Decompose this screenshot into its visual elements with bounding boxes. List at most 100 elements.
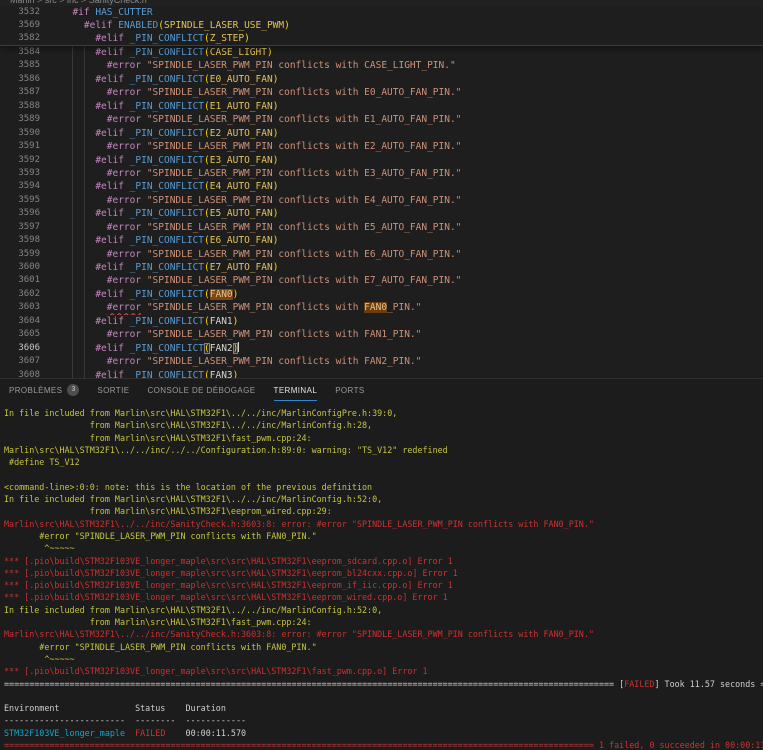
code-editor[interactable]: 3584 #elif _PIN_CONFLICT(CASE_LIGHT) 3585… bbox=[0, 6, 763, 378]
terminal-line: Marlin\src\HAL\STM32F1\../../inc/../../C… bbox=[4, 444, 448, 455]
code-line[interactable]: 3588 #elif _PIN_CONFLICT(E1_AUTO_FAN) bbox=[0, 100, 763, 113]
line-number: 3592 bbox=[18, 154, 40, 165]
code-line[interactable]: 3608 #elif _PIN_CONFLICT(FAN3) bbox=[0, 369, 763, 379]
code-line-text: #error "SPINDLE_LASER_PWM_PIN conflicts … bbox=[106, 329, 422, 341]
line-number: 3569 bbox=[18, 20, 40, 30]
terminal-line: ========================================… bbox=[4, 678, 763, 689]
terminal-line: In file included from Marlin\src\HAL\STM… bbox=[4, 604, 383, 615]
line-number: 3584 bbox=[18, 47, 40, 57]
code-line[interactable]: 3584 #elif _PIN_CONFLICT(CASE_LIGHT) bbox=[0, 46, 763, 59]
code-line[interactable]: 3593 #error "SPINDLE_LASER_PWM_PIN confl… bbox=[0, 167, 763, 180]
code-line[interactable]: 3598 #elif _PIN_CONFLICT(E6_AUTO_FAN) bbox=[0, 234, 763, 247]
terminal-line: ^~~~~~ bbox=[4, 543, 75, 554]
terminal-line: *** [.pio\build\STM32F103VE_longer_maple… bbox=[4, 555, 453, 566]
terminal-line: *** [.pio\build\STM32F103VE_longer_maple… bbox=[4, 666, 428, 677]
line-number: 3605 bbox=[18, 329, 40, 340]
line-number: 3591 bbox=[18, 141, 40, 152]
line-number: 3596 bbox=[18, 208, 40, 219]
code-line-text: #elif _PIN_CONFLICT(E6_AUTO_FAN) bbox=[95, 235, 279, 247]
terminal-line: In file included from Marlin\src\HAL\STM… bbox=[4, 494, 383, 505]
code-line[interactable]: 3591 #error "SPINDLE_LASER_PWM_PIN confl… bbox=[0, 140, 763, 153]
tab-terminal[interactable]: TERMINAL bbox=[274, 379, 318, 401]
terminal-line: from Marlin\src\HAL\STM32F1\eeprom_wired… bbox=[4, 506, 332, 517]
code-line[interactable]: 3599 #error "SPINDLE_LASER_PWM_PIN confl… bbox=[0, 248, 763, 261]
code-line[interactable]: 3594 #elif _PIN_CONFLICT(E4_AUTO_FAN) bbox=[0, 180, 763, 193]
line-number: 3602 bbox=[18, 288, 40, 299]
line-number: 3604 bbox=[18, 315, 40, 326]
code-line[interactable]: 3590 #elif _PIN_CONFLICT(E2_AUTO_FAN) bbox=[0, 127, 763, 140]
code-line-text: #elif _PIN_CONFLICT(FAN2) bbox=[95, 341, 240, 354]
code-line[interactable]: 3586 #elif _PIN_CONFLICT(E0_AUTO_FAN) bbox=[0, 73, 763, 86]
terminal-line: Marlin\src\HAL\STM32F1\../../inc/SanityC… bbox=[4, 629, 594, 640]
line-number: 3532 bbox=[18, 7, 40, 17]
line-number: 3595 bbox=[18, 194, 40, 205]
code-line[interactable]: 3589 #error "SPINDLE_LASER_PWM_PIN confl… bbox=[0, 113, 763, 126]
tab-output[interactable]: SORTIE bbox=[97, 379, 129, 401]
code-line-text: #elif _PIN_CONFLICT(CASE_LIGHT) bbox=[95, 47, 273, 58]
code-line[interactable]: 3602 #elif _PIN_CONFLICT(FAN0) bbox=[0, 288, 763, 301]
tab-label: PORTS bbox=[335, 385, 365, 395]
vscode-window: Marlin > src > inc > SanityCheck.h 3584 … bbox=[0, 0, 763, 750]
tab-problems[interactable]: PROBLÈMES 3 bbox=[9, 379, 80, 401]
code-line[interactable]: 3596 #elif _PIN_CONFLICT(E5_AUTO_FAN) bbox=[0, 207, 763, 220]
tab-label: TERMINAL bbox=[273, 385, 318, 395]
code-line[interactable]: 3604 #elif _PIN_CONFLICT(FAN1) bbox=[0, 315, 763, 328]
terminal-line: ========================================… bbox=[4, 740, 763, 750]
terminal-line: Marlin\src\HAL\STM32F1\../../inc/SanityC… bbox=[4, 518, 594, 529]
code-line[interactable]: 3595 #error "SPINDLE_LASER_PWM_PIN confl… bbox=[0, 194, 763, 207]
code-line[interactable]: 3532 #if HAS_CUTTER bbox=[0, 6, 763, 19]
terminal-line: from Marlin\src\HAL\STM32F1\../../inc/Ma… bbox=[4, 420, 373, 431]
code-line-text: #elif _PIN_CONFLICT(FAN1) bbox=[95, 315, 239, 327]
code-line-text: #error "SPINDLE_LASER_PWM_PIN conflicts … bbox=[106, 114, 462, 126]
code-line-text: #error "SPINDLE_LASER_PWM_PIN conflicts … bbox=[106, 221, 462, 233]
code-line[interactable]: 3592 #elif _PIN_CONFLICT(E3_AUTO_FAN) bbox=[0, 154, 763, 167]
terminal-line: ^~~~~~ bbox=[4, 653, 75, 664]
line-number: 3601 bbox=[18, 275, 40, 286]
line-number: 3585 bbox=[18, 60, 40, 71]
code-line[interactable]: 3606 #elif _PIN_CONFLICT(FAN2) bbox=[0, 341, 763, 355]
code-line[interactable]: 3582 #elif _PIN_CONFLICT(Z_STEP) bbox=[0, 32, 763, 45]
bottom-panel: PROBLÈMES 3 SORTIE CONSOLE DE DÉBOGAGE TERMI… bbox=[0, 378, 763, 750]
code-line[interactable]: 3607 #error "SPINDLE_LASER_PWM_PIN confl… bbox=[0, 355, 763, 368]
line-number: 3600 bbox=[18, 262, 40, 272]
code-line-text: #elif _PIN_CONFLICT(E7_AUTO_FAN) bbox=[95, 262, 279, 273]
code-viewport[interactable]: 3584 #elif _PIN_CONFLICT(CASE_LIGHT) 3585… bbox=[0, 46, 763, 378]
code-line[interactable]: 3605 #error "SPINDLE_LASER_PWM_PIN confl… bbox=[0, 328, 763, 341]
code-line[interactable]: 3600 #elif _PIN_CONFLICT(E7_AUTO_FAN) bbox=[0, 261, 763, 274]
tab-label: CONSOLE DE DÉBOGAGE bbox=[147, 385, 256, 395]
tab-debug-console[interactable]: CONSOLE DE DÉBOGAGE bbox=[147, 379, 255, 401]
code-line-text: #error "SPINDLE_LASER_PWM_PIN conflicts … bbox=[106, 60, 456, 72]
terminal-line: *** [.pio\build\STM32F103VE_longer_maple… bbox=[4, 580, 453, 591]
code-line[interactable]: 3569 #elif ENABLED(SPINDLE_LASER_USE_PWM… bbox=[0, 19, 763, 32]
code-line-text: #elif _PIN_CONFLICT(E4_AUTO_FAN) bbox=[95, 181, 279, 193]
line-number: 3593 bbox=[18, 167, 40, 178]
code-line[interactable]: 3603 #error "SPINDLE_LASER_PWM_PIN confl… bbox=[0, 301, 763, 314]
code-line-text: #error "SPINDLE_LASER_PWM_PIN conflicts … bbox=[106, 248, 462, 260]
code-line[interactable]: 3597 #error "SPINDLE_LASER_PWM_PIN confl… bbox=[0, 221, 763, 234]
terminal[interactable]: In file included from Marlin\src\HAL\STM… bbox=[0, 401, 763, 750]
sticky-scroll: 3532 #if HAS_CUTTER 3569 #elif ENABLED(SP… bbox=[0, 6, 763, 46]
code-line-text: #elif _PIN_CONFLICT(E0_AUTO_FAN) bbox=[95, 73, 279, 85]
line-number: 3586 bbox=[18, 73, 40, 84]
code-line-text: #error "SPINDLE_LASER_PWM_PIN conflicts … bbox=[106, 302, 422, 314]
line-number: 3582 bbox=[18, 33, 40, 43]
code-line[interactable]: 3585 #error "SPINDLE_LASER_PWM_PIN confl… bbox=[0, 59, 763, 72]
code-line-text: #error "SPINDLE_LASER_PWM_PIN conflicts … bbox=[106, 87, 462, 99]
tab-label: SORTIE bbox=[97, 385, 130, 395]
tab-ports[interactable]: PORTS bbox=[335, 379, 364, 401]
code-line-text: #error "SPINDLE_LASER_PWM_PIN conflicts … bbox=[106, 194, 462, 206]
line-number: 3608 bbox=[18, 369, 40, 379]
terminal-line: In file included from Marlin\src\HAL\STM… bbox=[4, 408, 398, 418]
code-line[interactable]: 3587 #error "SPINDLE_LASER_PWM_PIN confl… bbox=[0, 86, 763, 99]
terminal-line: ------------------------ -------- ------… bbox=[4, 715, 247, 726]
code-line-text: #elif _PIN_CONFLICT(E1_AUTO_FAN) bbox=[95, 100, 279, 112]
problems-count-badge: 3 bbox=[67, 384, 80, 396]
line-number: 3594 bbox=[18, 181, 40, 192]
line-number: 3606 bbox=[18, 342, 40, 353]
code-line[interactable]: 3601 #error "SPINDLE_LASER_PWM_PIN confl… bbox=[0, 274, 763, 287]
code-line-text: #error "SPINDLE_LASER_PWM_PIN conflicts … bbox=[106, 275, 462, 287]
line-number: 3589 bbox=[18, 114, 40, 125]
tab-label: PROBLÈMES bbox=[9, 385, 63, 395]
terminal-line: #error "SPINDLE_LASER_PWM_PIN conflicts … bbox=[4, 641, 317, 652]
